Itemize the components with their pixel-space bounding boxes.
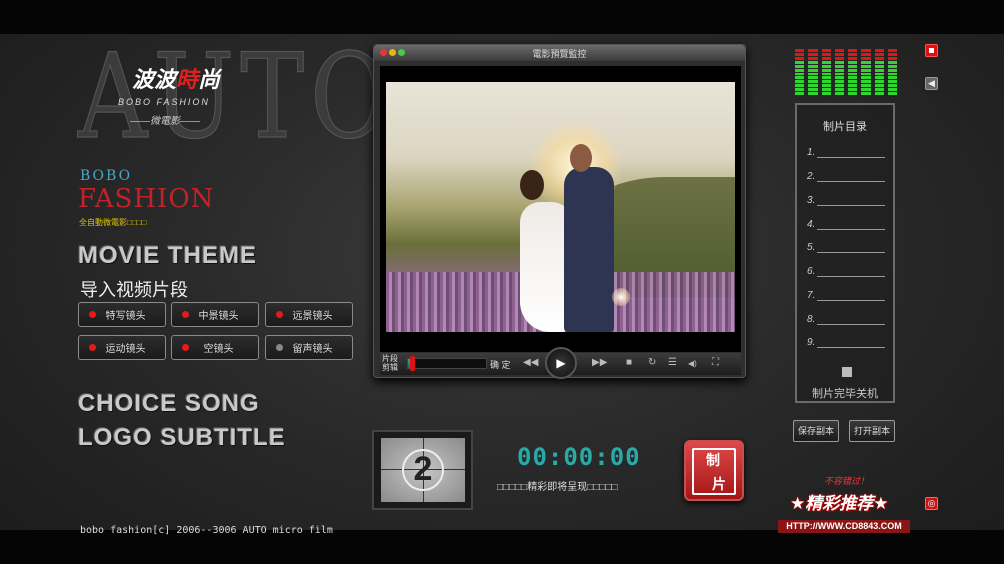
motion-shot-button[interactable]: 运动镜头 [78,335,166,360]
bobo-logo-text: BOBO [80,168,133,184]
catalog-title: 制片目录 [823,121,867,133]
speaker-icon: ◀ [928,78,935,88]
playlist-icon[interactable]: ☰ [668,357,677,368]
footer-copyright: bobo fashion[c] 2006--3006 AUTO micro fi… [80,525,333,536]
timecode-display: 00:00:00 [517,443,641,471]
progress-knob[interactable] [409,356,415,371]
brand-english: BOBO FASHION [118,97,210,107]
medium-shot-button[interactable]: 中景镜头 [171,302,259,327]
fullscreen-icon[interactable]: ⛶ [712,357,719,368]
vu-meter-column [821,49,831,96]
countdown-leader: 2 [372,430,473,510]
confirm-button[interactable]: 确 定 [490,358,511,371]
refresh-icon[interactable]: ↻ [648,357,656,368]
fashion-logo-subtitle: 全自動微電影□□□□ [79,218,147,227]
fashion-logo-text: FASHION [78,184,215,214]
play-icon[interactable]: ▶ [545,347,577,379]
video-player-window: 電影預覽監控 片段剪辑 确 定 ◀◀ ▶ ▶▶ ■ ↻ ☰ ◀) ⛶ [373,44,746,379]
catalog-slot[interactable]: 6. [807,266,887,277]
empty-shot-button[interactable]: 空镜头 [171,335,259,360]
vu-meter-column [887,49,897,96]
sound-shot-button[interactable]: 留声镜头 [265,335,353,360]
stop-square-icon [929,48,934,53]
rewind-icon[interactable]: ◀◀ [523,357,538,368]
clip-progress-bar[interactable] [407,356,487,371]
volume-icon[interactable]: ◀) [688,359,697,368]
red-dot-icon [89,344,96,351]
fast-forward-icon[interactable]: ▶▶ [592,357,607,368]
long-shot-button[interactable]: 远景镜头 [265,302,353,327]
production-catalog-panel: 制片目录 1. 2. 3. 4. 5. 6. 7. 8. 9. 制片完毕关机 [795,103,895,403]
record-button[interactable]: ◎ [925,497,938,510]
promo-tagline: 不容错过！ [824,476,870,486]
catalog-slot[interactable]: 2. [807,171,887,182]
player-title: 電影預覽監控 [532,49,587,59]
player-control-bar: 片段剪辑 确 定 ◀◀ ▶ ▶▶ ■ ↻ ☰ ◀) ⛶ [380,347,741,379]
stop-icon[interactable]: ■ [626,357,632,368]
brand-chinese: 波波時尚 [132,67,221,92]
catalog-slot[interactable]: 4. [807,219,887,230]
open-copy-button[interactable]: 打开副本 [849,420,895,442]
vu-meter-column [874,49,884,96]
catalog-slot[interactable]: 8. [807,314,887,325]
red-dot-icon [276,311,283,318]
catalog-slot[interactable]: 1. [807,147,887,158]
catalog-slot[interactable]: 7. [807,290,887,301]
vu-meter-column [808,49,818,96]
app-background: AUTO 波波時尚 BOBO FASHION ——微電影—— BOBO FASH… [0,0,1004,564]
gray-dot-icon [276,344,283,351]
closeup-shot-button[interactable]: 特写镜头 [78,302,166,327]
video-screen[interactable] [380,66,741,352]
clip-edit-label: 片段剪辑 [382,354,398,372]
vu-meter [795,49,897,96]
promo-url-link[interactable]: HTTP://WWW.CD8843.COM [778,520,910,533]
wedding-preview-image [386,82,735,332]
catalog-slot[interactable]: 3. [807,195,887,206]
movie-theme-heading: MOVIE THEME [78,242,258,269]
red-dot-icon [89,311,96,318]
red-dot-icon [182,344,189,351]
vu-meter-column [834,49,844,96]
record-icon: ◎ [927,498,936,508]
vu-meter-column [861,49,871,96]
countdown-number: 2 [413,450,433,488]
vu-meter-column [795,49,805,96]
timecode-caption: □□□□□精彩即将呈现□□□□□ [497,482,618,493]
make-film-button[interactable]: 制 片 [684,440,744,501]
vu-meter-column [848,49,858,96]
sound-toggle-button[interactable]: ◀ [925,77,938,90]
choice-song-button[interactable]: CHOICE SONG [78,390,260,418]
stop-record-button[interactable] [925,44,938,57]
shutdown-after-label: 制片完毕关机 [812,388,878,400]
import-clips-heading: 导入视频片段 [80,280,188,300]
promo-recommend-link[interactable]: ★精彩推荐★ [790,489,888,514]
save-copy-button[interactable]: 保存副本 [793,420,839,442]
shutdown-checkbox[interactable] [842,367,852,377]
player-titlebar: 電影預覽監控 [374,45,745,61]
catalog-slot[interactable]: 9. [807,337,887,348]
brand-subtitle: ——微電影—— [130,116,200,127]
logo-subtitle-button[interactable]: LOGO SUBTITLE [78,424,286,452]
red-dot-icon [182,311,189,318]
catalog-slot[interactable]: 5. [807,242,887,253]
